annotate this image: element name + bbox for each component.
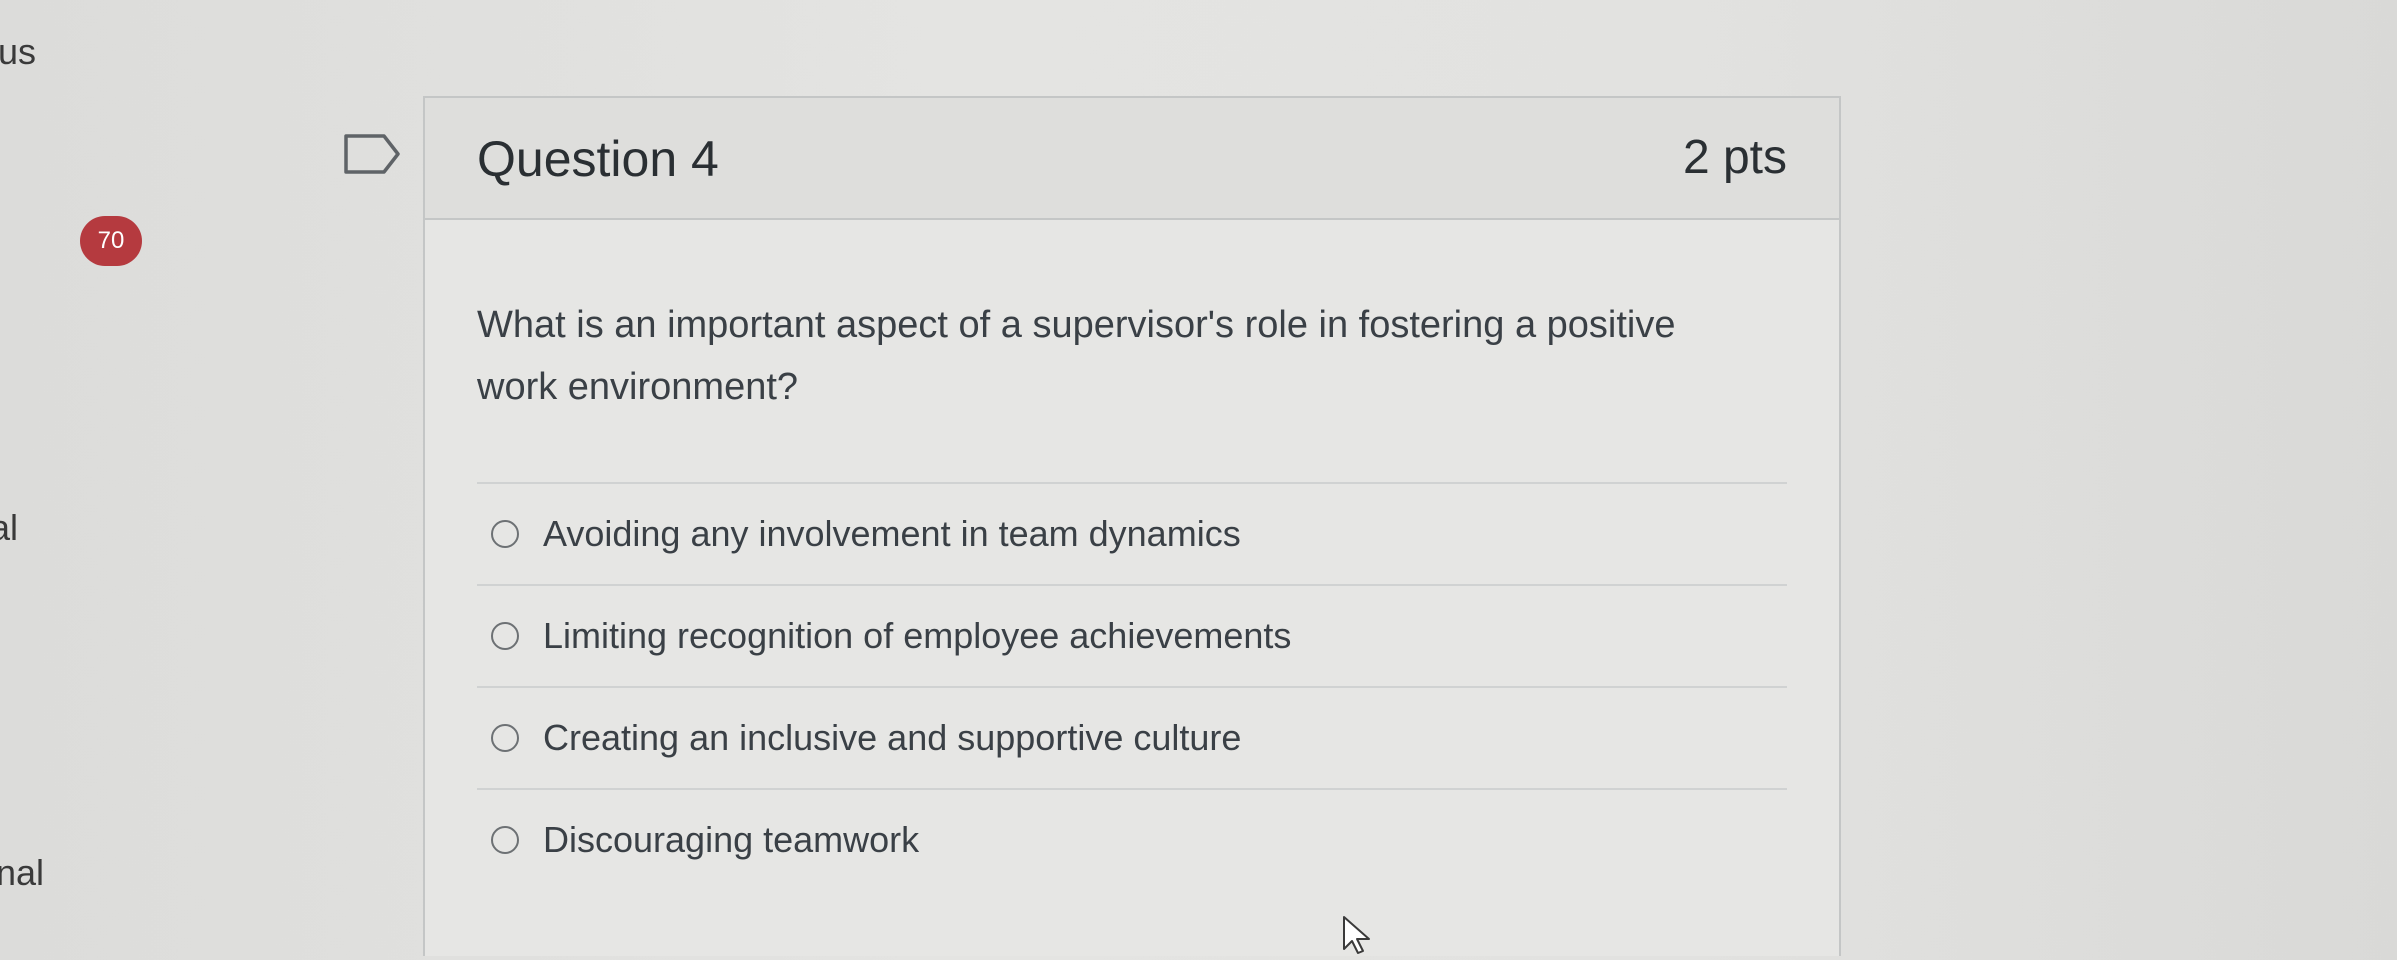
sidebar-partial-text-middle[interactable]: al [0,510,18,546]
answer-list: Avoiding any involvement in team dynamic… [477,482,1787,890]
answer-option[interactable]: Limiting recognition of employee achieve… [477,584,1787,686]
question-card: Question 4 2 pts What is an important as… [423,96,1841,956]
answer-label[interactable]: Limiting recognition of employee achieve… [543,615,1291,657]
radio-empty-icon[interactable] [491,826,519,854]
radio-empty-icon[interactable] [491,520,519,548]
question-points: 2 pts [1682,131,1787,184]
answer-option[interactable]: Avoiding any involvement in team dynamic… [477,482,1787,584]
mouse-pointer-icon [1342,915,1382,955]
radio-empty-icon[interactable] [491,724,519,752]
sidebar-partial-text-bottom[interactable]: nal [0,855,44,891]
question-title: Question 4 [477,131,719,187]
flag-question-icon[interactable] [342,132,402,176]
question-header: Question 4 2 pts [425,98,1839,220]
sidebar-partial-text-top[interactable]: us [0,34,36,70]
question-text: What is an important aspect of a supervi… [477,304,1676,408]
unread-count-badge: 70 [80,216,142,266]
answer-label[interactable]: Avoiding any involvement in team dynamic… [543,513,1241,555]
answer-option[interactable]: Discouraging teamwork [477,788,1787,890]
radio-empty-icon[interactable] [491,622,519,650]
answer-option[interactable]: Creating an inclusive and supportive cul… [477,686,1787,788]
answer-label[interactable]: Creating an inclusive and supportive cul… [543,717,1241,759]
answer-label[interactable]: Discouraging teamwork [543,819,919,861]
